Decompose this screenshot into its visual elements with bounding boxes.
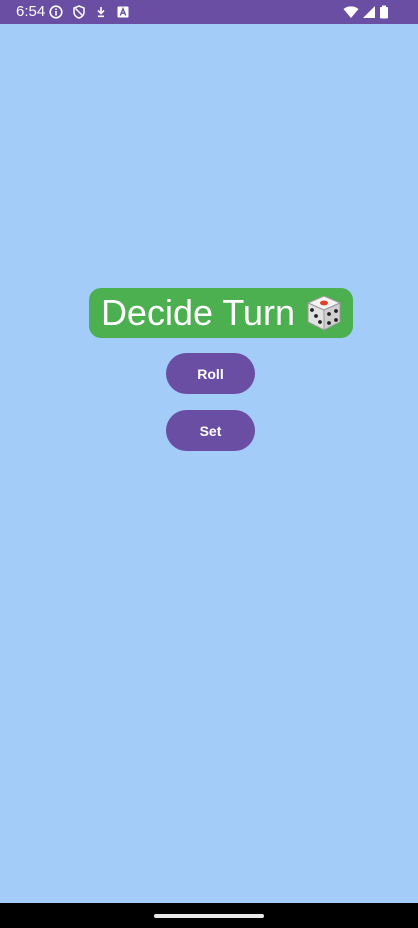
wifi-icon	[343, 5, 359, 19]
app-screen: 6:54 Decide Turn Roll Set	[0, 0, 418, 928]
info-icon	[49, 5, 63, 19]
set-button[interactable]: Set	[166, 410, 255, 451]
title-banner: Decide Turn	[89, 288, 353, 338]
dice-icon	[305, 293, 343, 333]
page-title: Decide Turn	[100, 292, 296, 333]
home-gesture-handle[interactable]	[154, 914, 264, 918]
navigation-bar	[0, 903, 418, 928]
roll-button[interactable]: Roll	[166, 353, 255, 394]
keyboard-a-icon	[116, 5, 130, 19]
download-icon	[94, 5, 108, 19]
status-time: 6:54	[16, 3, 46, 20]
cellular-icon	[362, 5, 376, 19]
shield-icon	[72, 5, 86, 19]
battery-icon	[379, 5, 389, 19]
status-bar: 6:54	[0, 0, 418, 24]
